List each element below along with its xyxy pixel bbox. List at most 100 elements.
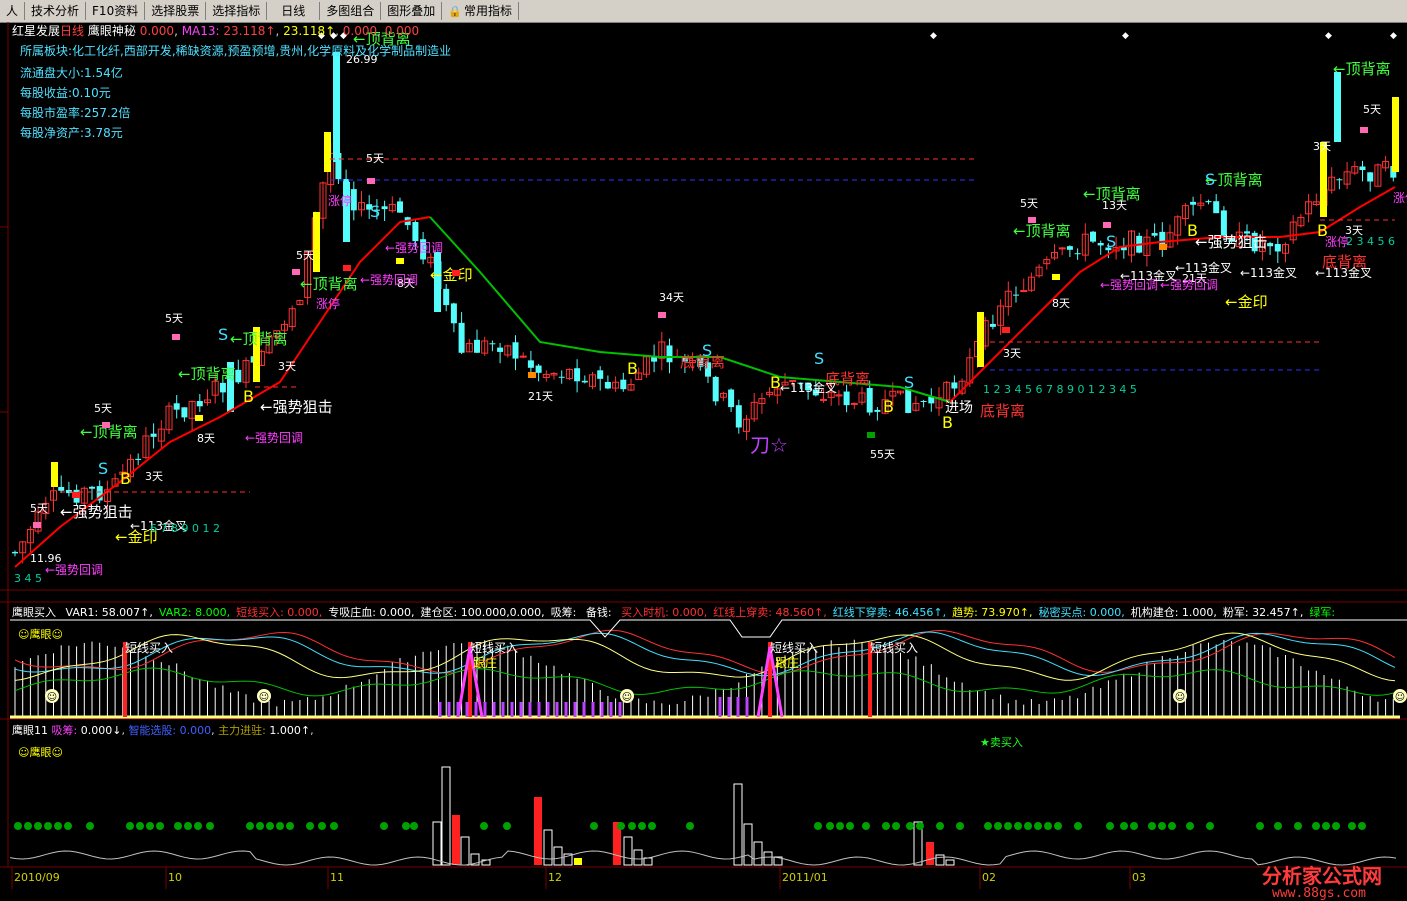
candle-down bbox=[450, 303, 457, 324]
label-limit-up: 涨停 bbox=[316, 296, 340, 311]
label-buy-B: B bbox=[770, 373, 781, 392]
sub2-smiley-icon bbox=[86, 822, 94, 830]
label-5d: 5天 bbox=[165, 312, 183, 325]
sub2-smiley-icon bbox=[266, 822, 274, 830]
highlight-bar bbox=[324, 132, 331, 172]
sub1-pair-5: 吸筹: bbox=[550, 606, 580, 619]
label-strong-pullback: ←强势回调 bbox=[45, 563, 103, 577]
sub2-smiley-icon bbox=[1312, 822, 1320, 830]
sub1-pair-7: 买入时机: 0.000, bbox=[621, 606, 708, 619]
sub2-smiley-icon bbox=[994, 822, 1002, 830]
toolbar-item-person[interactable]: 人 bbox=[0, 2, 26, 20]
candlestick-chart[interactable]: 5天5天5天5天5天5天5天3天3天3天3天3天8天8天8天21天21天34天5… bbox=[0, 22, 1407, 889]
label-sell-S: S bbox=[702, 341, 712, 360]
candle-down bbox=[1151, 233, 1158, 236]
candle-down bbox=[905, 389, 912, 413]
signal-marker bbox=[867, 432, 875, 438]
toolbar-item-technical-analysis[interactable]: 技术分析 bbox=[25, 2, 87, 20]
sub2-smiley-icon bbox=[44, 822, 52, 830]
eps-info: 每股收益:0.10元 bbox=[20, 86, 111, 100]
sub1-follow-label: 跟庄 bbox=[473, 655, 497, 670]
highlight-bar bbox=[313, 212, 320, 272]
toolbar-item-select-indicator[interactable]: 选择指标 bbox=[206, 2, 268, 20]
watermark-url: www.88gs.com bbox=[1272, 886, 1366, 901]
candle-down bbox=[397, 201, 403, 213]
sub2-volume-bar bbox=[553, 846, 563, 866]
sub2-smiley-icon bbox=[984, 822, 992, 830]
label-5d: 5天 bbox=[1363, 103, 1381, 116]
sub2-smiley-icon bbox=[1322, 822, 1330, 830]
date-label: 02 bbox=[982, 871, 996, 884]
label-buy-B: B bbox=[243, 387, 254, 406]
candle-down bbox=[1066, 246, 1073, 250]
sub1-pair-13: 粉军: 32.457↑, bbox=[1222, 606, 1304, 619]
candle-down bbox=[581, 380, 588, 383]
label-strong-pullback: ←强势回调 bbox=[385, 241, 443, 255]
toolbar-item-common-indicators[interactable]: 🔒 常用指标 bbox=[442, 2, 520, 20]
sub2-smiley-icon bbox=[1186, 822, 1194, 830]
signal-marker bbox=[195, 415, 203, 421]
label-3d: 3天 bbox=[1003, 347, 1021, 360]
toolbar-item-overlay[interactable]: 图形叠加 bbox=[381, 2, 443, 20]
sub2-volume-bar bbox=[753, 841, 763, 866]
sub2-volume-bar bbox=[945, 859, 955, 866]
sub2-volume-bar bbox=[441, 766, 451, 866]
signal-marker bbox=[1028, 217, 1036, 223]
label-sequence-2: 6 7 8 9 0 1 2 bbox=[150, 522, 220, 535]
candle-down bbox=[1097, 242, 1104, 246]
signal-marker bbox=[452, 270, 460, 276]
candle-down bbox=[951, 382, 958, 389]
sub2-volume-bar bbox=[543, 829, 553, 866]
sub2-smiley-icon bbox=[136, 822, 144, 830]
candle-down bbox=[843, 391, 850, 406]
sub2-smiley-icon bbox=[410, 822, 418, 830]
sub1-follow-label: 跟庄 bbox=[775, 655, 799, 670]
float-cap-info: 流通盘大小:1.54亿 bbox=[20, 66, 123, 80]
sub2-header: 鹰眼11 吸筹: 0.000↓, 智能选股: 0.000, 主力进驻: 1.00… bbox=[12, 724, 314, 737]
label-strong-pullback: ←强势回调 bbox=[360, 273, 418, 287]
candle-down bbox=[666, 345, 673, 363]
sub2-smiley-icon bbox=[1256, 822, 1264, 830]
label-top-divergence: ←顶背离 bbox=[1083, 185, 1141, 203]
toolbar-item-daily[interactable]: 日线 bbox=[267, 2, 321, 20]
lock-icon: 🔒 bbox=[448, 5, 462, 18]
signal-marker bbox=[102, 422, 110, 428]
sub1-pair-6: 备钱: bbox=[585, 606, 616, 619]
label-limit-up: 涨停 bbox=[328, 193, 352, 208]
toolbar-item-f10[interactable]: F10资料 bbox=[86, 2, 146, 20]
candle-down bbox=[381, 206, 388, 210]
header-v4: 0.000 bbox=[384, 24, 420, 38]
label-55d: 55天 bbox=[870, 448, 895, 461]
toolbar-item-select-stock[interactable]: 选择股票 bbox=[145, 2, 207, 20]
sub1-logo: ☺鹰眼☺ bbox=[18, 628, 63, 641]
signal-marker bbox=[1002, 327, 1010, 333]
stock-name: 红星发展 bbox=[12, 24, 61, 38]
date-label: 03 bbox=[1132, 871, 1146, 884]
candle-down bbox=[920, 400, 927, 402]
diamond-marker: ◆ bbox=[930, 31, 937, 41]
sub2-smiley-icon bbox=[956, 822, 964, 830]
sub2-smiley-icon bbox=[1014, 822, 1022, 830]
highlight-bar bbox=[1320, 142, 1327, 217]
smiley-icon-face: ☺ bbox=[47, 692, 57, 703]
sub2-smiley-icon bbox=[617, 822, 625, 830]
chart-area[interactable]: 5天 5天 5天 5天 5天 5天 5天 3天 3天 3天 3天 3天 8天 8天 8天 21天 21天 34天 5… bbox=[0, 22, 1407, 901]
label-113-cross: ←113金叉 bbox=[1315, 265, 1372, 280]
sub2-smart-label: 智能选股: bbox=[128, 724, 177, 737]
label-strong-resist: ←强势狙击 bbox=[260, 398, 333, 416]
candle-down bbox=[512, 342, 519, 359]
sub2-smiley-icon bbox=[936, 822, 944, 830]
sub1-pair-3: 专吸庄血: 0.000, bbox=[328, 606, 415, 619]
candle-down bbox=[527, 360, 534, 368]
toolbar: 人 技术分析 F10资料 选择股票 选择指标 日线 多图组合 图形叠加 🔒 常用指… bbox=[0, 0, 1407, 23]
label-top-divergence: ←顶背离 bbox=[1013, 222, 1071, 240]
candle-down bbox=[1336, 179, 1343, 181]
label-buy-B: B bbox=[120, 469, 131, 488]
candle-down bbox=[535, 365, 542, 373]
candle-down bbox=[712, 376, 719, 402]
label-sell-S: S bbox=[904, 373, 914, 392]
sub2-smart-value: 0.000 bbox=[179, 724, 212, 737]
sub2-smiley-icon bbox=[34, 822, 42, 830]
toolbar-item-multi-chart[interactable]: 多图组合 bbox=[320, 2, 382, 20]
label-113-cross: ←113金叉 bbox=[780, 380, 837, 395]
